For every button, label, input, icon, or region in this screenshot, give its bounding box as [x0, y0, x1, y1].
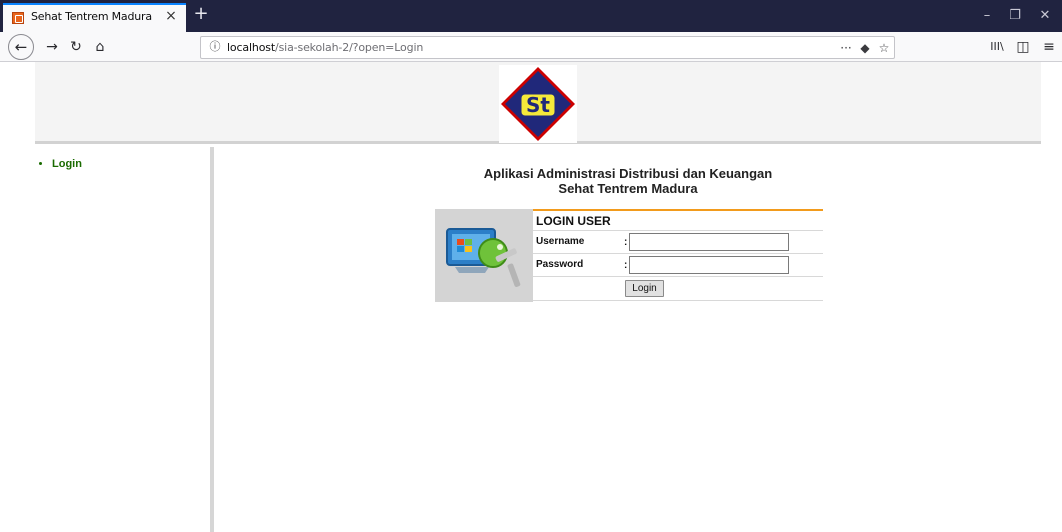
navigation-toolbar: ← → ↻ ⌂ ⓘ localhost/sia-sekolah-2/?open=…	[0, 32, 1062, 62]
forward-arrow-icon[interactable]: →	[40, 36, 64, 58]
page-title-line1: Aplikasi Administrasi Distribusi dan Keu…	[483, 166, 773, 181]
home-icon[interactable]: ⌂	[88, 36, 112, 58]
page-title-line2: Sehat Tentrem Madura	[558, 181, 698, 196]
page-actions-icon[interactable]: ···	[837, 39, 855, 57]
new-tab-icon[interactable]: +	[190, 4, 212, 26]
sidebar: Login	[35, 147, 214, 532]
url-path: /sia-sekolah-2/?open=Login	[275, 41, 424, 54]
sidebar-menu: Login	[35, 157, 210, 171]
password-label: Password	[536, 259, 584, 270]
page-title: Aplikasi Administrasi Distribusi dan Keu…	[218, 166, 1038, 196]
pocket-icon[interactable]: ◆	[856, 39, 874, 57]
url-text[interactable]: localhost/sia-sekolah-2/?open=Login	[227, 41, 423, 54]
login-button[interactable]: Login	[625, 280, 664, 297]
url-bar[interactable]: ⓘ localhost/sia-sekolah-2/?open=Login ··…	[200, 36, 895, 59]
minimize-icon[interactable]: –	[977, 6, 997, 26]
st-logo-icon: St	[501, 67, 575, 141]
login-heading: LOGIN USER	[533, 211, 823, 231]
username-label: Username	[536, 236, 585, 247]
site-logo: St	[499, 65, 577, 143]
web-page: St Login Aplikasi Administrasi Distribus…	[0, 62, 1062, 532]
bookmark-star-icon[interactable]: ☆	[875, 39, 893, 57]
url-host: localhost	[227, 41, 276, 54]
monitor-key-icon	[446, 228, 521, 287]
login-illustration	[435, 209, 533, 302]
site-info-icon[interactable]: ⓘ	[208, 40, 222, 54]
sidebar-item-login-link[interactable]: Login	[52, 158, 82, 170]
login-form: LOGIN USER Username : Password : Login	[533, 209, 823, 303]
username-row: Username :	[533, 231, 823, 254]
submit-row: Login	[533, 277, 823, 301]
reload-icon[interactable]: ↻	[64, 36, 88, 58]
login-panel: LOGIN USER Username : Password : Login	[435, 209, 823, 303]
window-close-icon[interactable]: ✕	[1035, 6, 1055, 26]
password-input[interactable]	[629, 256, 789, 274]
sidebar-toggle-icon[interactable]: ◫	[1011, 36, 1035, 58]
username-input[interactable]	[629, 233, 789, 251]
back-arrow-icon[interactable]: ←	[8, 34, 34, 60]
sidebar-item-login[interactable]: Login	[52, 157, 210, 171]
restore-icon[interactable]: ❐	[1005, 6, 1025, 26]
site-header: St	[35, 62, 1041, 144]
tab-strip: Sehat Tentrem Madura × + – ❐ ✕	[0, 0, 1062, 32]
logo-text: St	[526, 93, 550, 117]
password-row: Password :	[533, 254, 823, 277]
browser-tab[interactable]: Sehat Tentrem Madura ×	[3, 3, 186, 32]
library-icon[interactable]: III\	[985, 36, 1009, 58]
hamburger-menu-icon[interactable]: ≡	[1037, 36, 1061, 58]
username-colon: :	[624, 237, 628, 248]
tab-close-icon[interactable]: ×	[163, 8, 179, 24]
site-favicon-icon	[12, 12, 24, 24]
tab-title: Sehat Tentrem Madura	[31, 10, 152, 23]
password-colon: :	[624, 260, 628, 271]
